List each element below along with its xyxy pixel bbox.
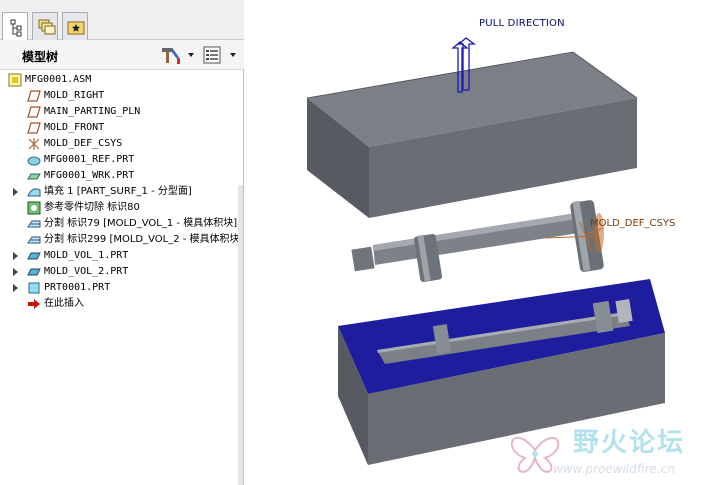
layers-tab[interactable] [32, 12, 58, 40]
tree-item[interactable]: 分割 标识79 [MOLD_VOL_1 - 模具体积块] [0, 216, 244, 232]
tree-item[interactable]: MFG0001_REF.PRT [0, 152, 244, 168]
tree-item-label: MOLD_VOL_2.PRT [44, 266, 129, 277]
panel-tab-strip [0, 0, 244, 41]
tree-item-label: MFG0001_WRK.PRT [44, 170, 135, 181]
assembly-icon [8, 73, 22, 87]
csys-label: MOLD_DEF_CSYS [590, 218, 676, 229]
tree-columns-button[interactable] [201, 45, 239, 65]
model-tree: MFG0001.ASM MOLD_RIGHT MAIN_PARTING_PLN MOL… [0, 70, 244, 485]
tree-item-label: 分割 标识299 [MOLD_VOL_2 - 模具体积块] [44, 234, 244, 245]
tree-icon [10, 19, 22, 37]
mold-volume-icon [27, 252, 41, 260]
tree-item[interactable]: MFG0001.ASM [0, 72, 244, 88]
datum-plane-icon [27, 90, 41, 102]
expand-arrow-icon[interactable] [13, 252, 18, 260]
tree-item-label: MOLD_DEF_CSYS [44, 138, 123, 149]
tree-item-label: MOLD_RIGHT [44, 90, 105, 101]
tree-settings-button[interactable] [159, 45, 197, 65]
tree-item[interactable]: MOLD_VOL_2.PRT [0, 264, 244, 280]
tree-item-label: MFG0001_REF.PRT [44, 154, 135, 165]
graphics-viewport[interactable]: PULL DIRECTION MOLD_DEF_CSYS 野火论坛 www.pr… [245, 0, 713, 485]
tree-item[interactable]: MFG0001_WRK.PRT [0, 168, 244, 184]
chevron-down-icon [230, 53, 236, 57]
star-folder-icon [67, 21, 85, 35]
datum-plane-icon [27, 122, 41, 134]
tree-item[interactable]: MOLD_RIGHT [0, 88, 244, 104]
watermark-url: www.proewildfire.cn [553, 462, 675, 476]
tree-item-label: PRT0001.PRT [44, 282, 111, 293]
surface-fill-icon [27, 188, 41, 197]
tree-item-label: 填充 1 [PART_SURF_1 - 分型面] [44, 186, 192, 197]
tree-item-label: MOLD_VOL_1.PRT [44, 250, 129, 261]
tree-item-label: 分割 标识79 [MOLD_VOL_1 - 模具体积块] [44, 218, 238, 229]
tree-item[interactable]: 填充 1 [PART_SURF_1 - 分型面] [0, 184, 244, 200]
list-columns-icon [203, 46, 221, 64]
tree-item[interactable]: MOLD_DEF_CSYS [0, 136, 244, 152]
model-tree-title: 模型树 [22, 50, 59, 64]
expand-arrow-icon[interactable] [13, 284, 18, 292]
cutout-icon [27, 201, 41, 215]
model-tree-header: 模型树 [0, 40, 244, 70]
tree-item-label: MAIN_PARTING_PLN [44, 106, 141, 117]
workpiece-icon [27, 173, 41, 180]
expand-arrow-icon[interactable] [13, 268, 18, 276]
tree-item[interactable]: MOLD_FRONT [0, 120, 244, 136]
insert-here-arrow-icon [28, 299, 40, 309]
mold-volume-icon [27, 268, 41, 276]
split-icon [27, 220, 41, 228]
tree-item[interactable]: 分割 标识299 [MOLD_VOL_2 - 模具体积块] [0, 232, 244, 248]
datum-plane-icon [27, 106, 41, 118]
tree-item[interactable]: MOLD_VOL_1.PRT [0, 248, 244, 264]
tree-item-label: MFG0001.ASM [25, 74, 92, 85]
tree-item-label: MOLD_FRONT [44, 122, 105, 133]
favorites-tab[interactable] [62, 12, 88, 40]
split-icon [27, 236, 41, 244]
expand-arrow-icon[interactable] [13, 188, 18, 196]
tree-item[interactable]: 在此插入 [0, 296, 244, 312]
tree-item[interactable]: PRT0001.PRT [0, 280, 244, 296]
watermark-title: 野火论坛 [573, 428, 686, 458]
watermark: 野火论坛 www.proewildfire.cn [503, 418, 713, 482]
reference-part-icon [27, 156, 41, 166]
model-tree-panel: 模型树 MFG0001.ASM MOLD_RIGHT MAIN_PARTING_PL… [0, 0, 244, 485]
csys-icon [28, 138, 40, 150]
tree-item[interactable]: 参考零件切除 标识80 [0, 200, 244, 216]
upper-mold-block[interactable] [306, 51, 638, 218]
tree-item[interactable]: MAIN_PARTING_PLN [0, 104, 244, 120]
tree-item-label: 在此插入 [44, 298, 84, 309]
model-tree-tab[interactable] [2, 12, 28, 41]
model-canvas[interactable] [245, 0, 713, 485]
tree-scrollbar[interactable] [238, 185, 243, 485]
tree-item-label: 参考零件切除 标识80 [44, 202, 140, 213]
hammer-wrench-icon [162, 48, 180, 64]
layers-icon [38, 19, 56, 35]
chevron-down-icon [188, 53, 194, 57]
part-icon [28, 282, 40, 294]
pull-direction-label: PULL DIRECTION [479, 18, 565, 29]
